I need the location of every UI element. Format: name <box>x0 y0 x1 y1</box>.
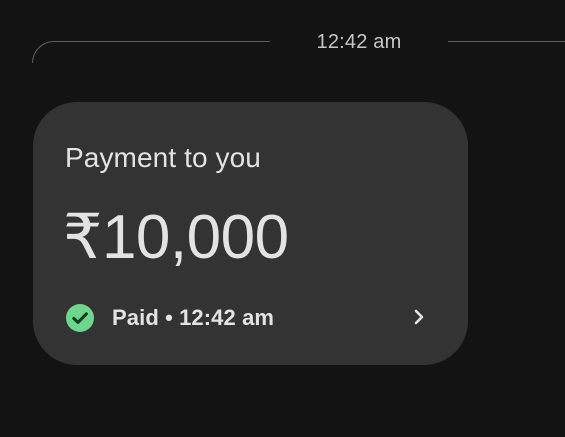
payment-status-row: Paid • 12:42 am <box>66 303 274 333</box>
timestamp-divider-line-right <box>448 41 565 42</box>
check-circle-icon <box>66 304 94 332</box>
chat-screen: 12:42 am Payment to you ₹10,000 Paid • 1… <box>0 0 565 437</box>
timestamp-divider-line-left <box>32 41 270 63</box>
payment-amount: ₹10,000 <box>63 203 289 272</box>
chevron-right-icon[interactable] <box>408 306 430 328</box>
payment-title: Payment to you <box>65 142 261 173</box>
payment-status-text: Paid • 12:42 am <box>112 305 275 330</box>
timestamp-divider-label: 12:42 am <box>316 31 402 53</box>
payment-card[interactable]: Payment to you ₹10,000 Paid • 12:42 am <box>33 102 468 365</box>
